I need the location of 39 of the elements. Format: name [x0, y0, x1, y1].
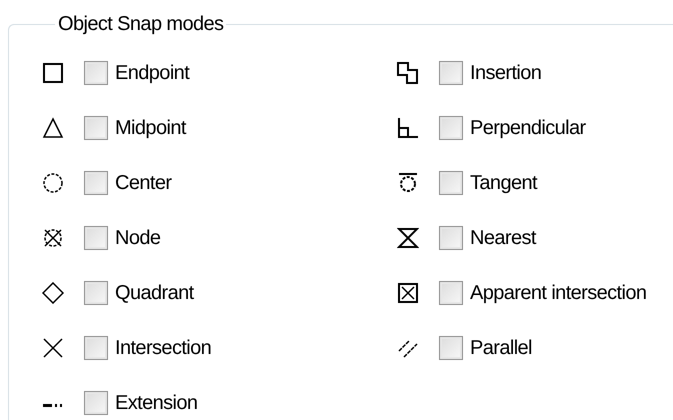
- dash-dot-icon: [43, 404, 62, 407]
- checkbox[interactable]: [84, 280, 108, 304]
- circle-icon: [42, 172, 64, 194]
- checkbox[interactable]: [439, 170, 463, 194]
- square-icon: [42, 62, 64, 84]
- boxed-cross-icon: [397, 282, 419, 304]
- checkbox-label: Insertion: [470, 60, 542, 86]
- perpendicular-icon: [397, 116, 419, 138]
- triangle-icon: [42, 116, 64, 138]
- checkbox[interactable]: [439, 116, 463, 140]
- hourglass-icon: [397, 226, 419, 248]
- diamond-icon: [42, 282, 64, 304]
- checkbox-label: Nearest: [470, 226, 536, 250]
- checkbox-label: Intersection: [115, 336, 212, 360]
- checkbox-label: Midpoint: [115, 116, 186, 140]
- checkbox[interactable]: [439, 60, 463, 84]
- checkbox-label: Center: [115, 170, 172, 196]
- checkbox[interactable]: [84, 60, 108, 84]
- checkbox-label: Endpoint: [115, 60, 190, 86]
- checkbox-label: Node: [115, 226, 160, 250]
- checkbox[interactable]: [84, 170, 108, 194]
- checkbox-label: Extension: [115, 390, 198, 416]
- insertion-icon: [397, 62, 419, 84]
- checkbox[interactable]: [84, 390, 108, 414]
- checkbox-label: Perpendicular: [470, 116, 586, 140]
- checkbox[interactable]: [439, 280, 463, 304]
- tangent-icon: [397, 172, 419, 194]
- cross-icon: [42, 336, 64, 358]
- checkbox-label: Apparent intersection: [470, 280, 646, 306]
- checkbox[interactable]: [84, 116, 108, 140]
- checkbox-label: Quadrant: [115, 280, 194, 306]
- checkbox[interactable]: [84, 336, 108, 360]
- checkbox[interactable]: [439, 226, 463, 250]
- checkbox[interactable]: [84, 226, 108, 250]
- checkbox-label: Parallel: [470, 336, 532, 360]
- group-title: Object Snap modes: [57, 12, 224, 37]
- circle-cross-icon: [42, 226, 64, 248]
- checkbox[interactable]: [439, 336, 463, 360]
- checkbox-label: Tangent: [470, 170, 537, 196]
